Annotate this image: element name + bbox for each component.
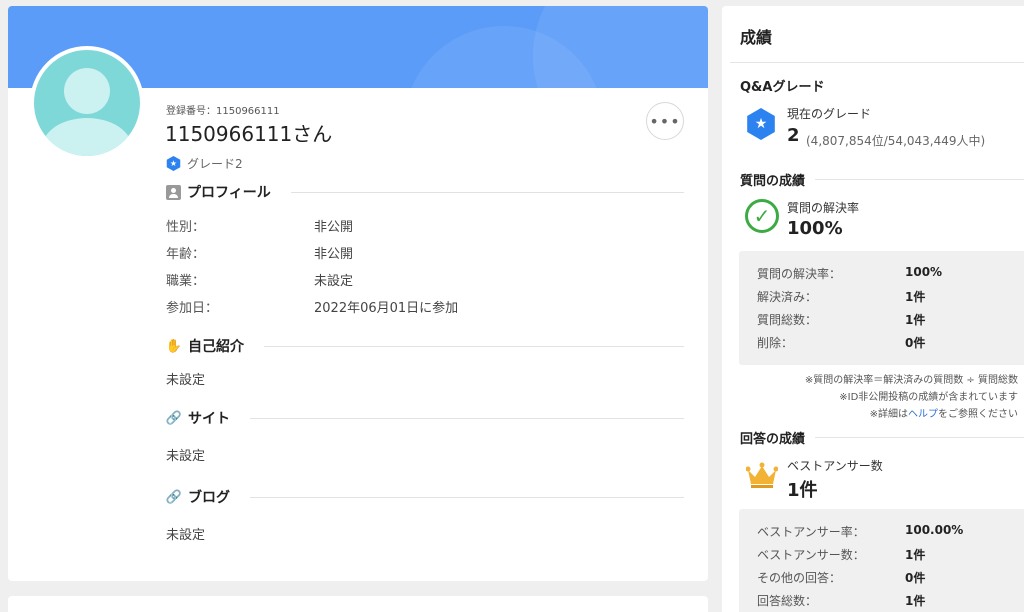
stat-value: 100% — [905, 265, 943, 279]
field-label: 参加日： — [166, 301, 219, 316]
blog-section-heading: 🔗 ブログ — [166, 487, 684, 507]
field-label: 職業： — [166, 274, 206, 289]
check-icon: ✓ — [745, 199, 779, 233]
stat-row: その他の回答： 0件 — [757, 569, 925, 586]
intro-heading-label: 自己紹介 — [188, 339, 244, 355]
stat-label: ベストアンサー数： — [757, 548, 865, 562]
stat-row: ベストアンサー率： 100.00% — [757, 523, 963, 540]
field-value: 非公開 — [314, 247, 354, 262]
grade-star-icon: ★ — [166, 156, 181, 171]
stat-label: 解決済み： — [757, 290, 818, 304]
stat-value: 1件 — [905, 548, 926, 562]
registration-number: 登録番号：1150966111 — [166, 106, 280, 117]
blog-heading-label: ブログ — [188, 490, 230, 506]
intro-value: 未設定 — [166, 373, 206, 388]
profile-card-icon — [166, 184, 181, 200]
stat-value: 1件 — [905, 594, 926, 608]
stat-label: その他の回答： — [757, 571, 842, 585]
current-grade-label: 現在のグレード — [787, 107, 872, 121]
stat-label: ベストアンサー率： — [757, 525, 865, 539]
stat-row: 解決済み： 1件 — [757, 288, 925, 305]
note-text: をご参照ください — [938, 409, 1018, 420]
results-title: 成績 — [740, 28, 773, 47]
site-value: 未設定 — [166, 449, 206, 464]
user-name: 1150966111さん — [165, 122, 333, 146]
profile-field-age: 年齢： 非公開 — [166, 243, 353, 262]
more-options-button[interactable]: ••• — [646, 102, 684, 140]
results-sidebar: 成績 Q&Aグレード ★ 現在のグレード 2 (4,807,854位/54,04… — [722, 6, 1024, 612]
site-section-heading: 🔗 サイト — [166, 408, 684, 428]
profile-heading-label: プロフィール — [187, 185, 271, 201]
field-value: 2022年06月01日に参加 — [314, 301, 459, 316]
grade-star-icon: ★ — [747, 108, 775, 140]
stat-label: 削除： — [757, 336, 794, 350]
profile-field-joined: 参加日： 2022年06月01日に参加 — [166, 297, 458, 316]
stat-value: 1件 — [905, 313, 926, 327]
stat-value: 0件 — [905, 571, 926, 585]
grade-label: グレード2 — [187, 157, 243, 171]
profile-field-gender: 性別： 非公開 — [166, 216, 353, 235]
link-icon: 🔗 — [165, 410, 183, 426]
best-answer-label: ベストアンサー数 — [787, 459, 883, 473]
stat-row: 回答総数： 1件 — [757, 592, 925, 609]
resolution-rate-label: 質問の解決率 — [787, 201, 860, 215]
stat-value: 100.00% — [905, 523, 964, 537]
qa-grade-heading: Q&Aグレード — [740, 76, 1024, 95]
grade-badge[interactable]: ★ グレード2 — [166, 155, 243, 172]
resolution-rate-value: 100% — [787, 218, 843, 239]
current-grade-value: 2 — [787, 125, 800, 146]
question-stats-box: 質問の解決率： 100% 解決済み： 1件 質問総数： 1件 削除： 0件 — [739, 251, 1024, 365]
site-heading-label: サイト — [188, 411, 230, 427]
answer-results-heading-label: 回答の成績 — [740, 432, 806, 447]
stat-row: 質問総数： 1件 — [757, 311, 925, 328]
profile-field-occupation: 職業： 未設定 — [166, 270, 353, 289]
stat-value: 1件 — [905, 290, 926, 304]
answer-stats-box: ベストアンサー率： 100.00% ベストアンサー数： 1件 その他の回答： 0… — [739, 509, 1024, 612]
profile-section-heading: プロフィール — [166, 182, 684, 202]
answer-results-heading: 回答の成績 — [740, 428, 1024, 447]
question-results-heading: 質問の成績 — [740, 170, 1024, 189]
stat-label: 質問総数： — [757, 313, 818, 327]
field-label: 性別： — [166, 220, 206, 235]
field-label: 年齢： — [166, 247, 206, 262]
blog-value: 未設定 — [166, 528, 206, 543]
stat-label: 質問の解決率： — [757, 267, 842, 281]
profile-card: ••• 登録番号：1150966111 1150966111さん ★ グレード2… — [8, 6, 708, 581]
field-value: 未設定 — [314, 274, 354, 289]
stat-label: 回答総数： — [757, 594, 818, 608]
note-line: ※質問の解決率＝解決済みの質問数 ÷ 質問総数 — [804, 375, 1018, 386]
link-icon: 🔗 — [165, 489, 183, 505]
results-notes: ※質問の解決率＝解決済みの質問数 ÷ 質問総数 ※ID非公開投稿の成績が含まれて… — [805, 372, 1018, 423]
help-link[interactable]: ヘルプ — [908, 409, 938, 420]
stat-value: 0件 — [905, 336, 926, 350]
note-text: ※詳細は — [869, 409, 908, 420]
grade-rank: (4,807,854位/54,043,449人中) — [806, 134, 986, 148]
qa-grade-heading-label: Q&Aグレード — [740, 80, 825, 95]
note-line: ※ID非公開投稿の成績が含まれています — [839, 392, 1018, 403]
stat-row: 質問の解決率： 100% — [757, 265, 942, 282]
crown-icon — [746, 462, 778, 488]
field-value: 非公開 — [314, 220, 354, 235]
clap-icon: ✋ — [165, 338, 183, 354]
question-results-heading-label: 質問の成績 — [740, 174, 806, 189]
avatar — [30, 46, 144, 160]
best-answer-value: 1件 — [787, 480, 818, 501]
stat-row: ベストアンサー数： 1件 — [757, 546, 925, 563]
stat-row: 削除： 0件 — [757, 334, 925, 351]
note-line: ※詳細はヘルプをご参照ください — [805, 406, 1018, 423]
next-card — [8, 596, 708, 612]
intro-section-heading: ✋ 自己紹介 — [166, 336, 684, 356]
